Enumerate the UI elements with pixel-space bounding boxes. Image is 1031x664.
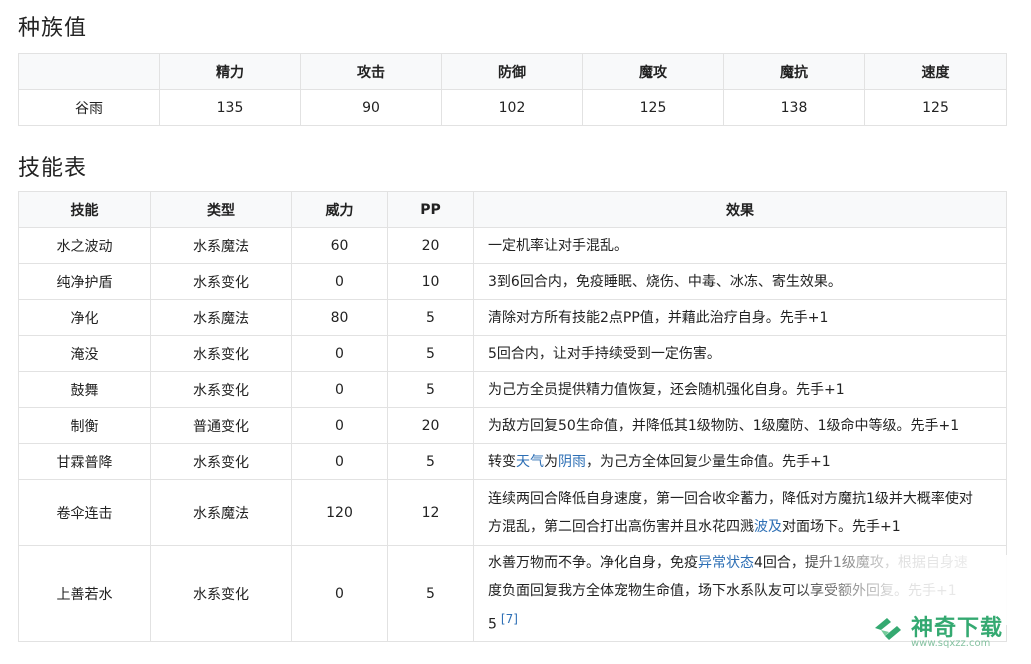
skill-pp: 12 — [387, 479, 474, 546]
skill-type: 水系魔法 — [150, 299, 292, 336]
stats-header-cell: 攻击 — [300, 53, 442, 90]
stats-heading: 种族值 — [18, 16, 88, 41]
skill-type: 水系变化 — [150, 371, 292, 408]
table-row: 甘霖普降 水系变化 0 5 转变天气为阴雨，为己方全体回复少量生命值。先手+1 — [18, 443, 1007, 480]
effect-line: 连续两回合降低自身速度，第一回合收伞蓄力，降低对方魔抗1级并大概率使对 — [488, 490, 973, 507]
skill-effect: 连续两回合降低自身速度，第一回合收伞蓄力，降低对方魔抗1级并大概率使对 方混乱，第… — [473, 479, 1007, 546]
stats-header-cell: 精力 — [159, 53, 301, 90]
skill-effect: 3到6回合内，免疫睡眠、烧伤、中毒、冰冻、寄生效果。 — [473, 263, 1007, 300]
table-row: 鼓舞 水系变化 0 5 为己方全员提供精力值恢复，还会随机强化自身。先手+1 — [18, 371, 1007, 408]
table-row: 卷伞连击 水系魔法 120 12 连续两回合降低自身速度，第一回合收伞蓄力，降低… — [18, 479, 1007, 546]
stats-cell: 谷雨 — [18, 89, 160, 126]
skill-type: 水系变化 — [150, 545, 292, 642]
effect-line: 方混乱，第二回合打出高伤害并且水花四溅波及对面场下。先手+1 — [488, 513, 1006, 541]
skill-name: 甘霖普降 — [18, 443, 151, 480]
stats-cell: 138 — [723, 89, 865, 126]
splash-link[interactable]: 波及 — [754, 519, 782, 535]
stats-cell: 125 — [582, 89, 724, 126]
skills-heading: 技能表 — [18, 156, 88, 181]
stats-header-cell: 魔抗 — [723, 53, 865, 90]
stats-header-row: 精力 攻击 防御 魔攻 魔抗 速度 — [18, 53, 1007, 90]
table-row: 纯净护盾 水系变化 0 10 3到6回合内，免疫睡眠、烧伤、中毒、冰冻、寄生效果… — [18, 263, 1007, 300]
skill-effect: 为敌方回复50生命值，并降低其1级物防、1级魔防、1级命中等级。先手+1 — [473, 407, 1007, 444]
skill-name: 制衡 — [18, 407, 151, 444]
skill-pp: 10 — [387, 263, 474, 300]
stats-cell: 135 — [159, 89, 301, 126]
weather-link[interactable]: 天气 — [516, 454, 544, 470]
skill-name: 上善若水 — [18, 545, 151, 642]
stats-table: 精力 攻击 防御 魔攻 魔抗 速度 谷雨 135 90 102 125 138 … — [18, 53, 1007, 126]
skills-header-cell: 类型 — [150, 191, 292, 228]
skill-effect: 转变天气为阴雨，为己方全体回复少量生命值。先手+1 — [473, 443, 1007, 480]
skills-header-cell: PP — [387, 191, 474, 228]
skill-power: 0 — [291, 371, 388, 408]
skill-power: 0 — [291, 263, 388, 300]
table-row: 淹没 水系变化 0 5 5回合内，让对手持续受到一定伤害。 — [18, 335, 1007, 372]
skill-pp: 20 — [387, 407, 474, 444]
effect-text: 转变 — [488, 453, 516, 470]
skill-power: 0 — [291, 407, 388, 444]
effect-text: ，为己方全体回复少量生命值。先手+1 — [586, 453, 831, 470]
skill-pp: 5 — [387, 443, 474, 480]
skill-pp: 5 — [387, 299, 474, 336]
stats-cell: 90 — [300, 89, 442, 126]
skill-power: 0 — [291, 335, 388, 372]
stats-cell: 102 — [441, 89, 583, 126]
skill-type: 水系变化 — [150, 263, 292, 300]
skills-header-row: 技能 类型 威力 PP 效果 — [18, 191, 1007, 228]
reference-link[interactable]: [7] — [501, 612, 518, 626]
table-row: 净化 水系魔法 80 5 清除对方所有技能2点PP值，并藉此治疗自身。先手+1 — [18, 299, 1007, 336]
skill-power: 120 — [291, 479, 388, 546]
stats-header-cell — [18, 53, 160, 90]
skill-effect: 清除对方所有技能2点PP值，并藉此治疗自身。先手+1 — [473, 299, 1007, 336]
skills-header-cell: 效果 — [473, 191, 1007, 228]
stats-cell: 125 — [864, 89, 1007, 126]
skill-name: 纯净护盾 — [18, 263, 151, 300]
skill-pp: 20 — [387, 227, 474, 264]
skill-effect: 5回合内，让对手持续受到一定伤害。 — [473, 335, 1007, 372]
skill-pp: 5 — [387, 545, 474, 642]
skill-type: 普通变化 — [150, 407, 292, 444]
effect-text: 5 — [488, 616, 497, 633]
skill-name: 水之波动 — [18, 227, 151, 264]
skill-effect: 为己方全员提供精力值恢复，还会随机强化自身。先手+1 — [473, 371, 1007, 408]
skill-name: 淹没 — [18, 335, 151, 372]
skill-power: 60 — [291, 227, 388, 264]
skill-name: 卷伞连击 — [18, 479, 151, 546]
skill-name: 净化 — [18, 299, 151, 336]
effect-text: 为 — [544, 453, 558, 470]
skill-type: 水系变化 — [150, 443, 292, 480]
skill-type: 水系变化 — [150, 335, 292, 372]
stats-header-cell: 魔攻 — [582, 53, 724, 90]
skill-pp: 5 — [387, 335, 474, 372]
table-row: 制衡 普通变化 0 20 为敌方回复50生命值，并降低其1级物防、1级魔防、1级… — [18, 407, 1007, 444]
skill-name: 鼓舞 — [18, 371, 151, 408]
skill-pp: 5 — [387, 371, 474, 408]
watermark-url: www.sqxzz.com — [911, 638, 991, 649]
skills-header-cell: 威力 — [291, 191, 388, 228]
stats-header-cell: 防御 — [441, 53, 583, 90]
table-row: 水之波动 水系魔法 60 20 一定机率让对手混乱。 — [18, 227, 1007, 264]
watermark: 神奇下载 www.sqxzz.com — [871, 610, 1017, 654]
status-link[interactable]: 异常状态 — [698, 555, 754, 571]
watermark-logo-icon — [875, 618, 901, 640]
skill-type: 水系魔法 — [150, 227, 292, 264]
rain-link[interactable]: 阴雨 — [558, 454, 586, 470]
skill-power: 80 — [291, 299, 388, 336]
stats-header-cell: 速度 — [864, 53, 1007, 90]
page: 种族值 精力 攻击 防御 魔攻 魔抗 速度 谷雨 135 90 102 125 … — [0, 0, 1031, 664]
skill-type: 水系魔法 — [150, 479, 292, 546]
skill-effect: 一定机率让对手混乱。 — [473, 227, 1007, 264]
skills-header-cell: 技能 — [18, 191, 151, 228]
effect-text: 方混乱，第二回合打出高伤害并且水花四溅 — [488, 518, 754, 535]
skill-power: 0 — [291, 545, 388, 642]
effect-text: 水善万物而不争。净化自身，免疫 — [488, 554, 698, 571]
stats-row: 谷雨 135 90 102 125 138 125 — [18, 89, 1007, 126]
effect-text: 对面场下。先手+1 — [782, 518, 901, 535]
skill-power: 0 — [291, 443, 388, 480]
